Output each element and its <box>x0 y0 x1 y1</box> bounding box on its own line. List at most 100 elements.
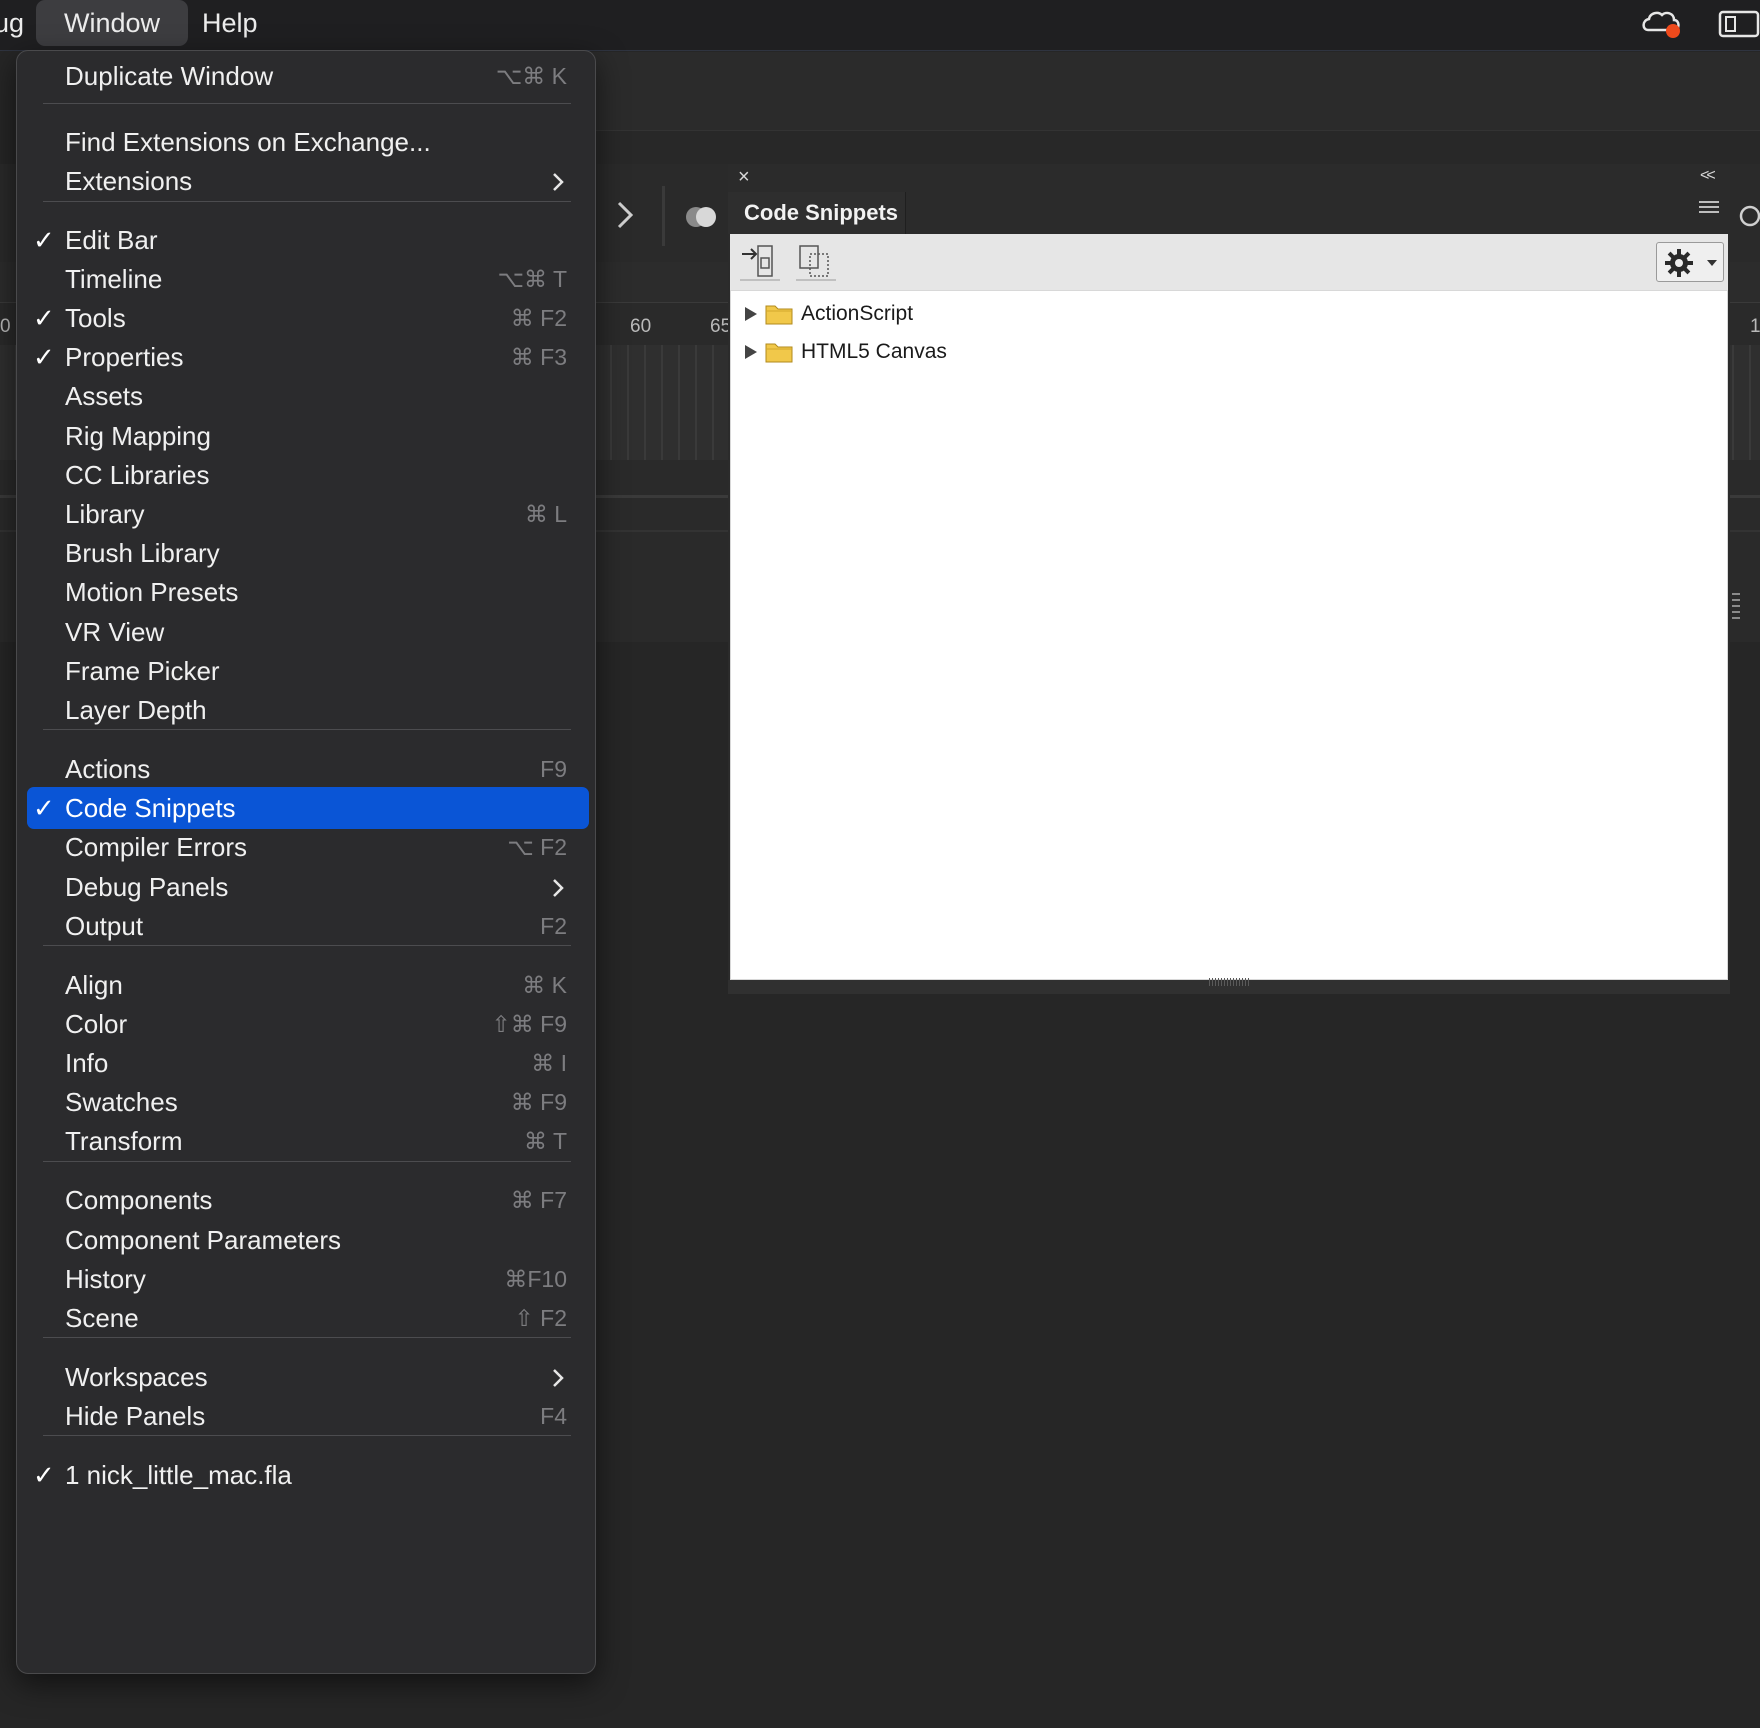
folder-icon <box>765 305 793 325</box>
keyboard-shortcut: ⇧ F2 <box>514 1305 567 1331</box>
menu-item-label: Edit Bar <box>65 225 158 255</box>
snippet-tree: ActionScript HTML5 Canvas <box>730 290 1728 980</box>
menu-item-properties[interactable]: ✓ Properties ⌘ F3 <box>27 336 589 378</box>
menu-item-label: Library <box>65 499 145 529</box>
disclosure-triangle-icon[interactable] <box>743 343 759 361</box>
menu-window[interactable]: Window <box>36 0 188 46</box>
menu-item-label: Color <box>65 1009 128 1039</box>
menu-item-extensions[interactable]: Extensions <box>27 160 589 202</box>
add-to-current-frame-icon[interactable] <box>736 240 782 284</box>
checkmark-icon: ✓ <box>33 225 55 255</box>
tree-item-label: ActionScript <box>801 302 914 325</box>
menu-debug-partial[interactable]: ug <box>0 0 24 46</box>
menu-item-label: Code Snippets <box>65 793 236 823</box>
menu-item-frame-picker[interactable]: Frame Picker <box>27 650 589 692</box>
copy-to-clipboard-icon[interactable] <box>792 240 838 284</box>
timeline-tick-label: 0 <box>0 316 11 337</box>
app-toolbar-area <box>590 52 1760 130</box>
resize-grip[interactable] <box>1209 978 1249 986</box>
menu-item-transform[interactable]: Transform ⌘ T <box>27 1120 589 1162</box>
menu-item-rig-mapping[interactable]: Rig Mapping <box>27 415 589 457</box>
keyboard-shortcut: ⌘F10 <box>504 1266 567 1292</box>
menu-item-label: Duplicate Window <box>65 61 274 91</box>
menu-item-motion-presets[interactable]: Motion Presets <box>27 571 589 613</box>
chevron-right-icon <box>553 1369 564 1387</box>
menu-item-brush-library[interactable]: Brush Library <box>27 532 589 574</box>
menu-item-component-parameters[interactable]: Component Parameters <box>27 1219 589 1261</box>
menu-item-align[interactable]: Align ⌘ K <box>27 964 589 1006</box>
menu-item-label: Motion Presets <box>65 577 239 607</box>
tree-item-actionscript[interactable]: ActionScript <box>743 297 913 331</box>
menu-item-info[interactable]: Info ⌘ I <box>27 1042 589 1084</box>
panel-toolbar <box>730 234 1728 291</box>
chevron-right-icon <box>553 173 564 191</box>
menu-item-components[interactable]: Components ⌘ F7 <box>27 1179 589 1221</box>
menu-item-duplicate-window[interactable]: Duplicate Window ⌥⌘ K <box>27 55 589 97</box>
menu-item-label: Debug Panels <box>65 872 229 902</box>
menu-bar: ug Window Help <box>0 0 1760 51</box>
keyboard-shortcut: ⌘ L <box>524 501 567 527</box>
keyboard-shortcut: ⇧⌘ F9 <box>491 1011 567 1037</box>
menu-item-code-snippets[interactable]: ✓ Code Snippets <box>27 787 589 829</box>
chevron-right-icon[interactable] <box>615 200 635 230</box>
menu-item-swatches[interactable]: Swatches ⌘ F9 <box>27 1081 589 1123</box>
menu-item-timeline[interactable]: Timeline ⌥⌘ T <box>27 258 589 300</box>
menu-item-layer-depth[interactable]: Layer Depth <box>27 689 589 731</box>
menu-item-hide-panels[interactable]: Hide Panels F4 <box>27 1395 589 1437</box>
resize-grip-icon[interactable] <box>1730 590 1744 622</box>
menu-item-color[interactable]: Color ⇧⌘ F9 <box>27 1003 589 1045</box>
menu-item-label: Properties <box>65 342 184 372</box>
menu-item-history[interactable]: History ⌘F10 <box>27 1258 589 1300</box>
menu-item-label: Scene <box>65 1303 139 1333</box>
panel-title-bar[interactable] <box>728 164 1730 192</box>
menu-item-label: CC Libraries <box>65 460 210 490</box>
menu-item-label: Actions <box>65 754 151 784</box>
tree-item-html5-canvas[interactable]: HTML5 Canvas <box>743 335 947 369</box>
menu-item-label: Tools <box>65 303 126 333</box>
folder-icon <box>765 343 793 363</box>
display-mirroring-icon[interactable] <box>1718 9 1760 39</box>
app-edit-bar <box>590 130 1760 165</box>
menu-item-assets[interactable]: Assets <box>27 375 589 417</box>
menu-item-label: Hide Panels <box>65 1401 206 1431</box>
screen: 0 60 65 1 × << Code Snippets ActionScrip… <box>0 0 1760 1728</box>
keyboard-shortcut: ⌘ F7 <box>510 1187 567 1213</box>
keyboard-shortcut: ⌘ T <box>523 1128 567 1154</box>
menu-item-debug-panels[interactable]: Debug Panels <box>27 866 589 908</box>
collapse-panel-icon[interactable]: << <box>1700 165 1716 187</box>
menu-item-scene[interactable]: Scene ⇧ F2 <box>27 1297 589 1339</box>
close-icon[interactable]: × <box>738 166 756 188</box>
tab-code-snippets[interactable]: Code Snippets <box>728 192 906 234</box>
menu-item-workspaces[interactable]: Workspaces <box>27 1356 589 1398</box>
menu-item-find-extensions-on-exchange[interactable]: Find Extensions on Exchange... <box>27 121 589 163</box>
disclosure-triangle-icon[interactable] <box>743 305 759 323</box>
options-dropdown-button[interactable] <box>1656 242 1724 282</box>
menu-item-vr-view[interactable]: VR View <box>27 611 589 653</box>
menu-item-tools[interactable]: ✓ Tools ⌘ F2 <box>27 297 589 339</box>
menu-item-actions[interactable]: Actions F9 <box>27 748 589 790</box>
menu-item-output[interactable]: Output F2 <box>27 905 589 947</box>
onion-skin-icon[interactable] <box>684 204 720 230</box>
menu-item-compiler-errors[interactable]: Compiler Errors ⌥ F2 <box>27 826 589 868</box>
keyboard-shortcut: ⌘ F3 <box>510 344 567 370</box>
checkmark-icon: ✓ <box>33 793 55 823</box>
panel-menu-icon[interactable] <box>1698 198 1720 218</box>
menu-item-1-nick-little-mac-fla[interactable]: ✓ 1 nick_little_mac.fla <box>27 1454 589 1496</box>
menu-item-cc-libraries[interactable]: CC Libraries <box>27 454 589 496</box>
menu-item-label: Timeline <box>65 264 163 294</box>
circle-icon[interactable] <box>1736 204 1760 228</box>
creative-cloud-icon[interactable] <box>1640 8 1684 40</box>
menu-item-edit-bar[interactable]: ✓ Edit Bar <box>27 219 589 261</box>
menu-item-label: Transform <box>65 1126 183 1156</box>
menu-item-label: Extensions <box>65 166 193 196</box>
menu-help[interactable]: Help <box>202 0 258 46</box>
checkmark-icon: ✓ <box>33 1460 55 1490</box>
menu-item-label: Compiler Errors <box>65 832 248 862</box>
gear-icon <box>1665 249 1693 277</box>
menu-item-label: Brush Library <box>65 538 220 568</box>
menu-item-library[interactable]: Library ⌘ L <box>27 493 589 535</box>
keyboard-shortcut: ⌘ K <box>522 972 567 998</box>
timeline-tick-label: 1 <box>1750 316 1760 337</box>
menu-item-label: Rig Mapping <box>65 421 211 451</box>
chevron-down-icon <box>1707 260 1717 266</box>
